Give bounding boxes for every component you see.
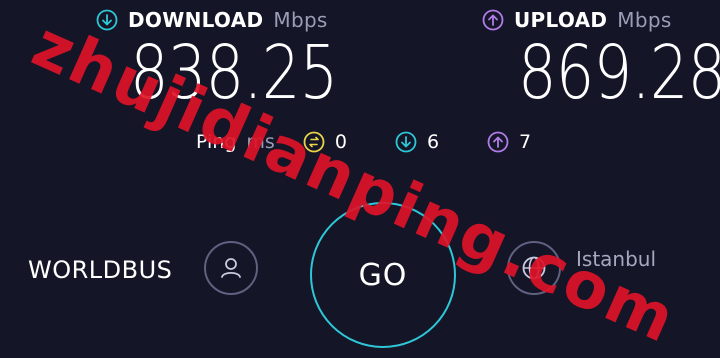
ping-idle-icon (303, 131, 325, 153)
ping-unit: ms (246, 131, 275, 153)
go-label: GO (358, 257, 408, 293)
download-label: DOWNLOAD (128, 8, 264, 32)
globe-icon (522, 256, 546, 280)
upload-arrow-icon (482, 9, 504, 31)
upload-label: UPLOAD (514, 8, 608, 32)
upload-arrow-icon (487, 131, 509, 153)
upload-unit: Mbps (617, 8, 672, 32)
download-unit: Mbps (273, 8, 328, 32)
download-value: 838.25 (130, 30, 338, 116)
ping-download-value: 6 (426, 131, 440, 153)
ping-row: Ping ms 0 6 7 (196, 131, 531, 153)
ping-upload: 7 (487, 131, 531, 153)
user-icon (221, 258, 241, 278)
go-button[interactable]: GO (310, 202, 456, 348)
server-location: Istanbul (576, 247, 657, 271)
provider-avatar-button[interactable] (204, 241, 258, 295)
download-arrow-icon (395, 131, 417, 153)
ping-idle: 0 (303, 131, 347, 153)
download-arrow-icon (96, 9, 118, 31)
ping-upload-value: 7 (519, 131, 532, 153)
upload-value: 869.28 (518, 30, 720, 116)
upload-header: UPLOAD Mbps (482, 8, 672, 32)
ping-download: 6 (395, 131, 439, 153)
server-change-button[interactable] (507, 241, 561, 295)
ping-label: Ping (196, 131, 237, 153)
ping-idle-value: 0 (334, 131, 347, 153)
provider-name: WORLDBUS (28, 256, 173, 284)
download-header: DOWNLOAD Mbps (96, 8, 328, 32)
